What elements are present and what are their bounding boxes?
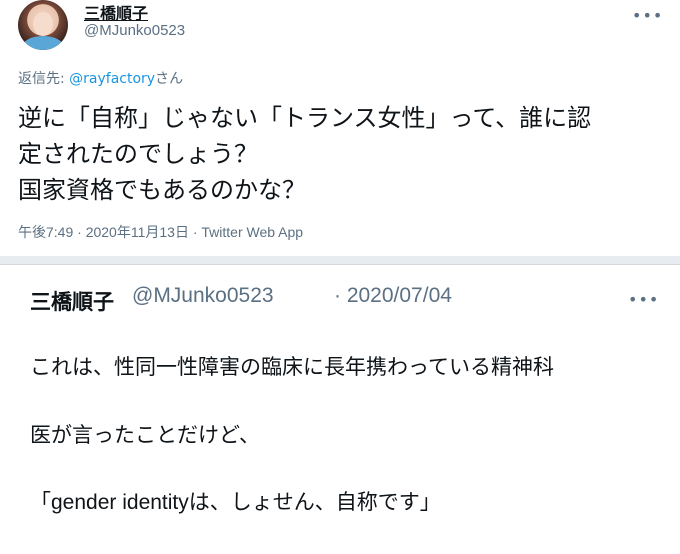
quoted-line-1: これは、性同一性障害の臨床に長年携わっている精神科 <box>30 355 554 379</box>
avatar-face <box>33 12 53 36</box>
reply-mention-link[interactable]: @rayfactory <box>69 71 155 87</box>
quoted-more-icon[interactable]: ••• <box>628 290 659 309</box>
quoted-line-3: 「gender identityは、しょせん、自称です」 <box>30 491 441 514</box>
reply-to: 返信先: @rayfactoryさん <box>18 68 183 88</box>
quoted-date[interactable]: · 2020/07/04 <box>334 284 452 308</box>
avatar[interactable] <box>18 0 68 50</box>
display-name[interactable]: 三橋順子 <box>84 0 148 24</box>
quoted-display-name[interactable]: 三橋順子 <box>30 286 114 316</box>
reply-to-prefix: 返信先: <box>18 71 70 87</box>
tweet-text: 逆に「自称」じゃない「トランス女性」って、誰に認 定されたのでしょう？ 国家資格… <box>18 104 592 204</box>
reply-to-suffix: さん <box>155 71 184 87</box>
quoted-text: これは、性同一性障害の臨床に長年携わっている精神科 医が言ったことだけど、 「g… <box>30 316 670 554</box>
quoted-handle[interactable]: @MJunko0523 <box>132 284 274 308</box>
tweet-timestamp[interactable]: 午後7:49 · 2020年11月13日 · Twitter Web App <box>18 222 303 242</box>
avatar-shirt <box>23 36 63 50</box>
user-handle[interactable]: @MJunko0523 <box>84 22 185 39</box>
tweet-main: 三橋順子 @MJunko0523 ••• 返信先: @rayfactoryさん … <box>0 0 680 256</box>
more-icon[interactable]: ••• <box>632 6 663 25</box>
separator <box>0 256 680 264</box>
quoted-line-2: 医が言ったことだけど、 <box>30 423 260 447</box>
